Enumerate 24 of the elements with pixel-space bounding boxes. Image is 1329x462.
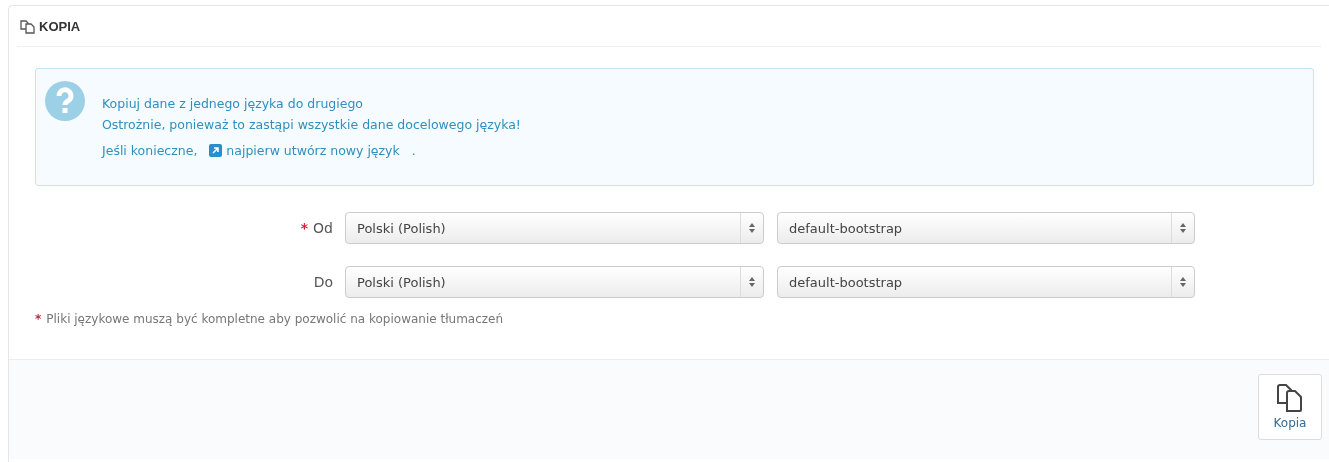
required-mark: *: [35, 312, 42, 326]
help-icon: [45, 81, 85, 121]
theme-select[interactable]: default-bootstrap: [777, 266, 1195, 298]
panel-title: KOPIA: [39, 18, 81, 34]
field-label: Do: [313, 274, 333, 290]
info-text: Ostrożnie, ponieważ to zastąpi wszystkie dane docelowego języka!: [102, 116, 521, 134]
field-label: Od: [313, 220, 333, 236]
copy-button[interactable]: Kopia: [1258, 374, 1322, 440]
sort-icon: [1180, 223, 1186, 233]
info-text: Kopiuj dane z jednego języka do drugiego: [102, 95, 364, 113]
info-text: .: [411, 142, 416, 160]
sort-icon: [749, 277, 755, 287]
sort-icon: [749, 223, 755, 233]
theme-select[interactable]: default-bootstrap: [777, 212, 1195, 244]
language-select[interactable]: Polski (Polish): [345, 212, 764, 244]
help-note: Pliki językowe muszą być kompletne aby pozwolić na kopiowanie tłumaczeń: [46, 312, 504, 326]
required-mark: *: [300, 220, 309, 236]
info-text: Jeśli konieczne,: [102, 142, 198, 160]
sort-icon: [1180, 277, 1186, 287]
copy-icon: [20, 18, 36, 34]
copy-icon: [1277, 384, 1303, 412]
external-link-icon: [209, 144, 223, 157]
language-select[interactable]: Polski (Polish): [345, 266, 764, 298]
create-language-link[interactable]: najpierw utwórz nowy język: [226, 140, 400, 161]
